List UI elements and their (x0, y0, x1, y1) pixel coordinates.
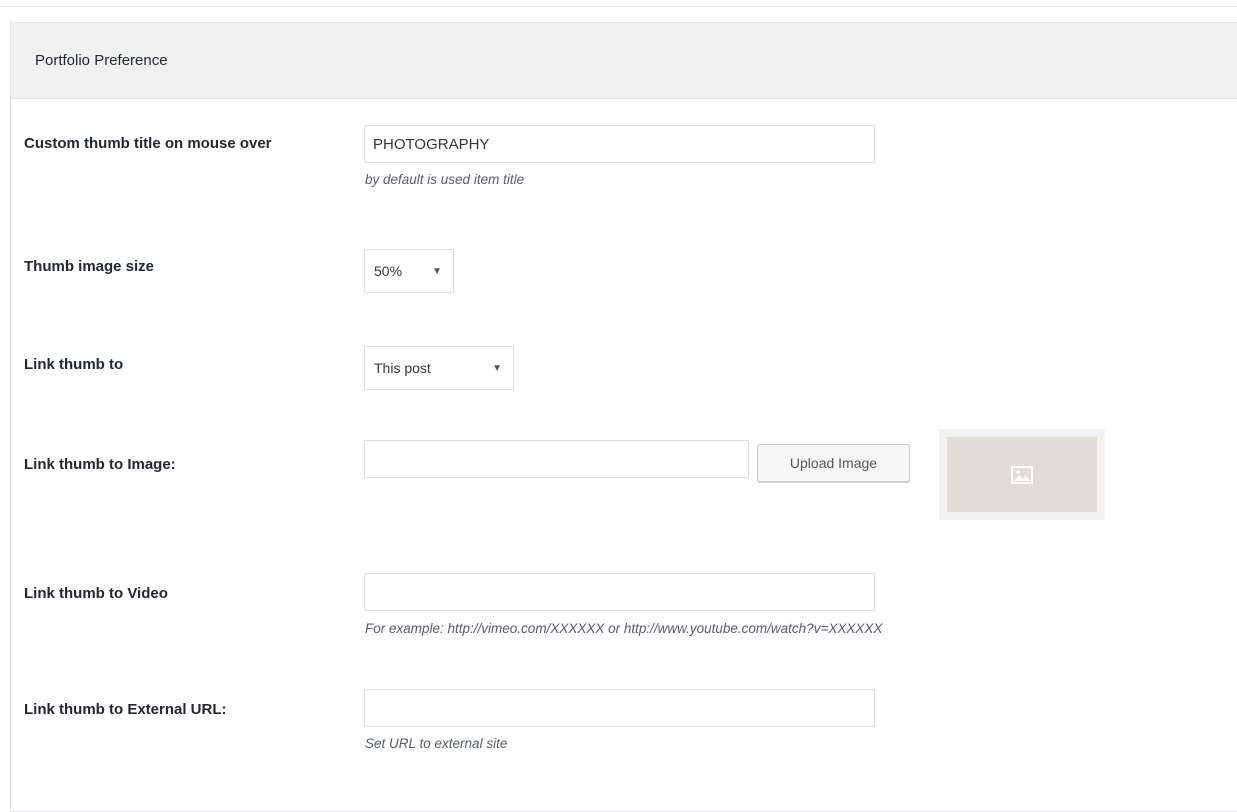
link-thumb-to-external-url-input[interactable] (364, 689, 875, 727)
upload-image-button[interactable]: Upload Image (757, 444, 910, 482)
link-thumb-to-video-label: Link thumb to Video (24, 585, 168, 602)
link-thumb-to-value: This post (374, 360, 431, 376)
thumb-image-size-select[interactable]: 50% ▼ (364, 249, 454, 293)
chevron-down-icon: ▼ (492, 362, 502, 374)
link-thumb-to-image-label: Link thumb to Image: (24, 456, 176, 473)
link-thumb-to-select[interactable]: This post ▼ (364, 346, 514, 390)
custom-thumb-title-label: Custom thumb title on mouse over (24, 135, 272, 152)
thumb-image-size-value: 50% (374, 263, 403, 279)
custom-thumb-title-help: by default is used item title (365, 172, 525, 187)
thumb-image-size-label: Thumb image size (24, 258, 155, 275)
link-thumb-to-external-url-label: Link thumb to External URL: (24, 701, 227, 718)
image-icon (1011, 465, 1033, 484)
link-thumb-to-image-input[interactable] (364, 440, 749, 478)
link-thumb-to-label: Link thumb to (24, 356, 124, 373)
image-preview-frame (939, 429, 1105, 520)
metabox-title: Portfolio Preference (35, 52, 168, 69)
top-divider (0, 6, 1237, 7)
chevron-down-icon: ▼ (432, 265, 442, 277)
link-thumb-to-external-url-help: Set URL to external site (365, 736, 508, 751)
link-thumb-to-video-input[interactable] (364, 573, 875, 611)
image-preview[interactable] (947, 437, 1097, 512)
link-thumb-to-video-help: For example: http://vimeo.com/XXXXXX or … (365, 621, 883, 636)
custom-thumb-title-input[interactable] (364, 125, 875, 163)
metabox-header[interactable]: Portfolio Preference (11, 23, 1237, 99)
